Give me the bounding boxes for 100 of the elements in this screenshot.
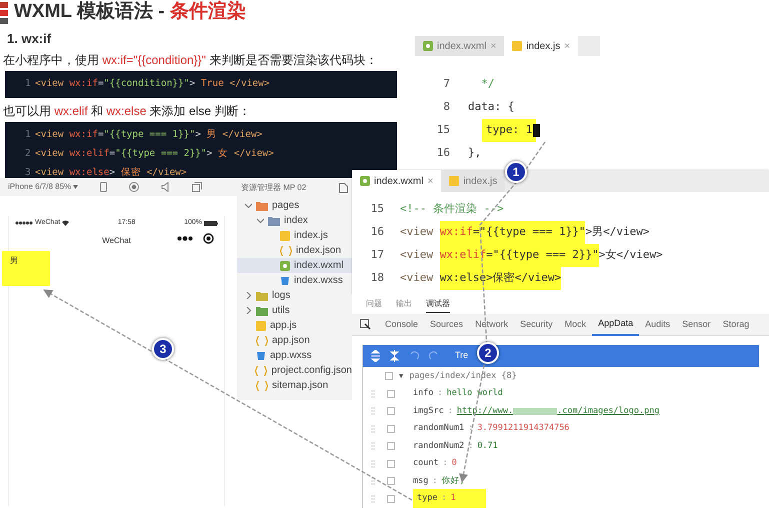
tree-root-label: pages/index/index {8}	[409, 370, 517, 382]
row-checkbox[interactable]	[385, 372, 393, 380]
devtools-tab[interactable]: Audits	[639, 314, 676, 336]
device-selector[interactable]: iPhone 6/7/8 85%	[8, 181, 78, 193]
editor-tab[interactable]: index.wxml ×	[352, 170, 442, 192]
wxss-file-icon	[280, 276, 290, 286]
devtools-tab[interactable]: Security	[514, 314, 559, 336]
caret-icon	[73, 185, 78, 189]
file-tree-item[interactable]: index.wxml	[237, 258, 352, 273]
braces-icon	[280, 246, 292, 256]
code-line: <view	[400, 247, 434, 264]
folder-icon	[256, 306, 268, 316]
file-tree-item[interactable]: logs	[237, 288, 352, 303]
line-number: 8	[442, 99, 451, 116]
panel-tab[interactable]: 输出	[396, 295, 412, 313]
file-tree-item[interactable]: index	[237, 213, 352, 228]
windows-icon[interactable]	[192, 182, 202, 192]
line-number: 15	[436, 122, 451, 138]
js-file-icon	[280, 230, 290, 240]
wxml-file-icon	[360, 176, 370, 186]
devtools-tab[interactable]: AppData	[592, 314, 640, 336]
data-key: randomNum1	[413, 422, 464, 436]
section-title: 1. wx:if	[7, 30, 52, 47]
chevron-icon[interactable]	[245, 307, 252, 314]
nav-title: WeChat	[102, 235, 131, 247]
view-mode-label[interactable]: Tre	[455, 349, 468, 363]
devtools-tab[interactable]: Console	[379, 314, 424, 336]
js-file-icon	[449, 176, 460, 186]
new-file-icon[interactable]	[339, 183, 348, 193]
data-key: info	[413, 387, 434, 400]
data-key: type	[417, 492, 438, 506]
editor-tab[interactable]: index.js ×	[504, 36, 578, 56]
row-checkbox[interactable]	[387, 407, 395, 416]
explorer-title: 资源管理器 MP 02	[241, 182, 306, 194]
folder-icon	[256, 290, 268, 300]
row-checkbox[interactable]	[387, 442, 395, 450]
file-tree-item[interactable]: index.json	[237, 243, 352, 258]
more-dots-icon[interactable]	[177, 236, 193, 241]
file-tree-item[interactable]: index.js	[237, 228, 352, 243]
data-value[interactable]: .com/images/logo.png	[557, 404, 660, 418]
row-checkbox[interactable]	[387, 477, 395, 486]
data-value: 你好,	[441, 474, 465, 488]
devtools-tab[interactable]: Network	[469, 314, 514, 336]
speaker-icon[interactable]	[161, 182, 170, 192]
line-number: 1	[25, 77, 32, 92]
file-tree-item[interactable]: index.wxss	[237, 273, 352, 288]
row-checkbox[interactable]	[387, 424, 395, 433]
panel-tab[interactable]: 调试器	[426, 295, 450, 313]
data-key: count	[413, 457, 439, 470]
separator: :	[432, 474, 438, 488]
line-number: 7	[442, 76, 451, 92]
data-value: 1	[450, 492, 456, 506]
devtools-tab[interactable]: Storag	[716, 314, 756, 336]
code-line: >男</view>	[585, 224, 650, 240]
code-line: data: {	[468, 99, 514, 116]
line-number: 3	[25, 166, 32, 180]
panel-tab[interactable]: 问题	[366, 295, 382, 313]
devtools-tab[interactable]: Sources	[424, 314, 470, 336]
chevron-icon[interactable]	[257, 217, 264, 224]
file-tree-item[interactable]: app.js	[237, 318, 352, 333]
file-tree-item[interactable]: app.json	[237, 333, 352, 348]
braces-icon	[256, 380, 268, 390]
file-tree-item[interactable]: sitemap.json	[237, 378, 352, 393]
row-checkbox[interactable]	[387, 460, 395, 468]
inspect-icon[interactable]	[360, 319, 371, 330]
folder-icon	[268, 216, 280, 226]
file-tree-item[interactable]: utils	[237, 303, 352, 318]
close-circle-icon[interactable]	[203, 233, 214, 244]
file-tree-item[interactable]: project.config.json	[237, 363, 352, 378]
separator: :	[442, 457, 448, 470]
line-number: 16	[370, 224, 385, 240]
redo-icon[interactable]	[429, 351, 439, 361]
data-value: 0	[452, 457, 457, 470]
data-key: msg	[413, 474, 428, 488]
wifi-icon	[62, 220, 70, 226]
collapse-all-icon[interactable]	[390, 350, 399, 362]
text-cursor	[533, 124, 540, 137]
data-value: 3.7991211914374756	[477, 422, 570, 436]
title-marker-icon	[0, 2, 8, 24]
file-tree-item[interactable]: pages	[237, 198, 352, 213]
editor-tab[interactable]: index.js	[441, 170, 506, 192]
braces-icon	[255, 366, 268, 376]
editor-tab[interactable]: index.wxml ×	[415, 36, 504, 56]
file-tree-item[interactable]: app.wxss	[237, 348, 352, 363]
battery-icon	[204, 220, 218, 226]
devtools-tab[interactable]: Mock	[558, 314, 592, 336]
line-number: 16	[436, 145, 451, 162]
wxml-file-icon	[423, 41, 433, 51]
expand-all-icon[interactable]	[371, 350, 380, 362]
chevron-icon[interactable]	[245, 292, 252, 299]
devtools-tab[interactable]: Sensor	[676, 314, 717, 336]
phone-icon[interactable]	[100, 182, 108, 192]
row-checkbox[interactable]	[387, 494, 395, 503]
undo-icon[interactable]	[409, 351, 419, 361]
chevron-icon[interactable]	[245, 202, 252, 209]
record-icon[interactable]	[129, 182, 140, 192]
data-value: 0.71	[477, 440, 498, 453]
row-checkbox[interactable]	[387, 390, 395, 398]
wxss-file-icon	[256, 350, 266, 360]
data-value[interactable]: http://www.	[456, 404, 514, 418]
